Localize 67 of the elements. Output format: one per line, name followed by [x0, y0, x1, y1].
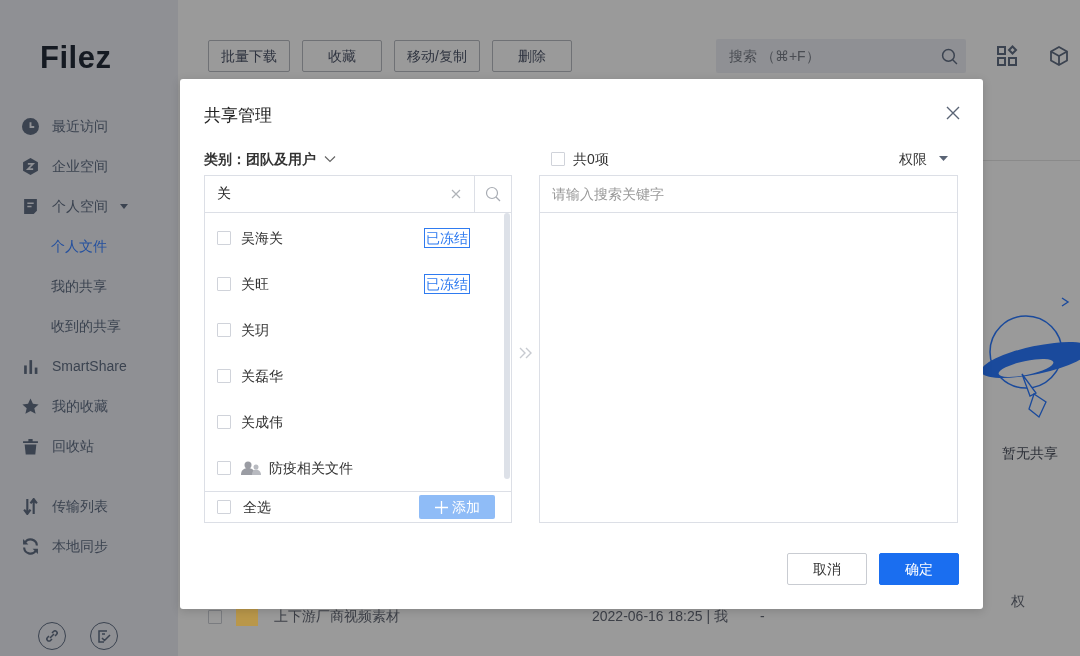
checkbox[interactable]: [217, 277, 231, 291]
toolbar-button[interactable]: 批量下载: [208, 40, 290, 72]
checkbox[interactable]: [217, 231, 231, 245]
confirm-button[interactable]: 确定: [879, 553, 959, 585]
sync-icon: [22, 537, 39, 555]
cube-icon[interactable]: [1048, 45, 1070, 67]
select-all-label[interactable]: 全选: [243, 496, 271, 518]
sidebar-item[interactable]: 我的收藏: [0, 386, 178, 426]
dialog-title: 共享管理: [204, 105, 272, 127]
table-cell-text: -: [760, 607, 765, 626]
search-field[interactable]: 搜索 （⌘+F）: [716, 39, 966, 73]
toolbar-button[interactable]: 收藏: [302, 40, 382, 72]
trash-icon: [22, 437, 39, 455]
checkbox[interactable]: [217, 415, 231, 429]
caret-icon: [119, 201, 129, 211]
bar-chart-icon: [22, 357, 39, 375]
sidebar-item[interactable]: 回收站: [0, 426, 178, 466]
double-chevron-icon: [517, 347, 534, 359]
document-icon: [22, 197, 39, 215]
checkbox[interactable]: [217, 500, 231, 514]
plus-icon: [434, 500, 448, 514]
result-name[interactable]: 吴海关: [241, 227, 283, 249]
empty-state-text: 暂无共享: [1002, 444, 1058, 463]
file-name[interactable]: 上下游厂商视频素材: [274, 606, 592, 627]
result-name[interactable]: 防疫相关文件: [269, 457, 353, 479]
result-name[interactable]: 关磊华: [241, 365, 283, 387]
row-checkbox[interactable]: [208, 609, 222, 624]
close-button[interactable]: [945, 105, 961, 121]
result-name[interactable]: 关旺: [241, 273, 269, 295]
logo: Filez: [39, 39, 113, 77]
table-cell-text: 权: [1011, 592, 1025, 611]
sidebar-item[interactable]: 个人文件: [0, 226, 178, 266]
sidebar-item[interactable]: 本地同步: [0, 526, 178, 566]
chevron-icon: [324, 155, 336, 163]
permission-dropdown[interactable]: 权限: [899, 148, 948, 170]
category-dropdown[interactable]: 团队及用户: [246, 148, 336, 170]
result-name[interactable]: 关玥: [241, 319, 269, 341]
toolbar-button[interactable]: 删除: [491, 40, 572, 72]
sidebar-item[interactable]: SmartShare: [0, 346, 178, 386]
category-label: 类别：: [204, 149, 246, 169]
sidebar-item[interactable]: 传输列表: [0, 486, 178, 526]
checkbox[interactable]: [551, 152, 565, 166]
status-tag: 已冻结: [424, 228, 470, 248]
group-icon: [241, 461, 261, 475]
table-cell-text: 2022-06-16 18:25 | 我: [592, 607, 729, 626]
apps-icon[interactable]: [996, 45, 1018, 67]
hexagon-icon: [22, 157, 39, 175]
sidebar-item[interactable]: 企业空间: [0, 146, 178, 186]
scrollbar[interactable]: [504, 213, 510, 479]
result-name[interactable]: 关成伟: [241, 411, 283, 433]
count-label: 共0项: [573, 149, 609, 169]
cancel-button[interactable]: 取消: [787, 553, 867, 585]
checkbox[interactable]: [217, 323, 231, 337]
search-icon: [485, 186, 501, 202]
clock-icon: [22, 117, 39, 135]
arrows-icon: [22, 497, 39, 515]
sidebar-item[interactable]: 个人空间: [0, 186, 178, 226]
sidebar-item[interactable]: 收到的共享: [0, 306, 178, 346]
star-icon: [22, 397, 39, 415]
sidebar-item[interactable]: 我的共享: [0, 266, 178, 306]
status-tag: 已冻结: [424, 274, 470, 294]
search-icon: [941, 47, 958, 65]
checkbox[interactable]: [217, 369, 231, 383]
caret-icon: [939, 156, 948, 162]
sidebar-item[interactable]: 最近访问: [0, 106, 178, 146]
toolbar-button[interactable]: 移动/复制: [394, 40, 480, 72]
checkbox[interactable]: [217, 461, 231, 475]
